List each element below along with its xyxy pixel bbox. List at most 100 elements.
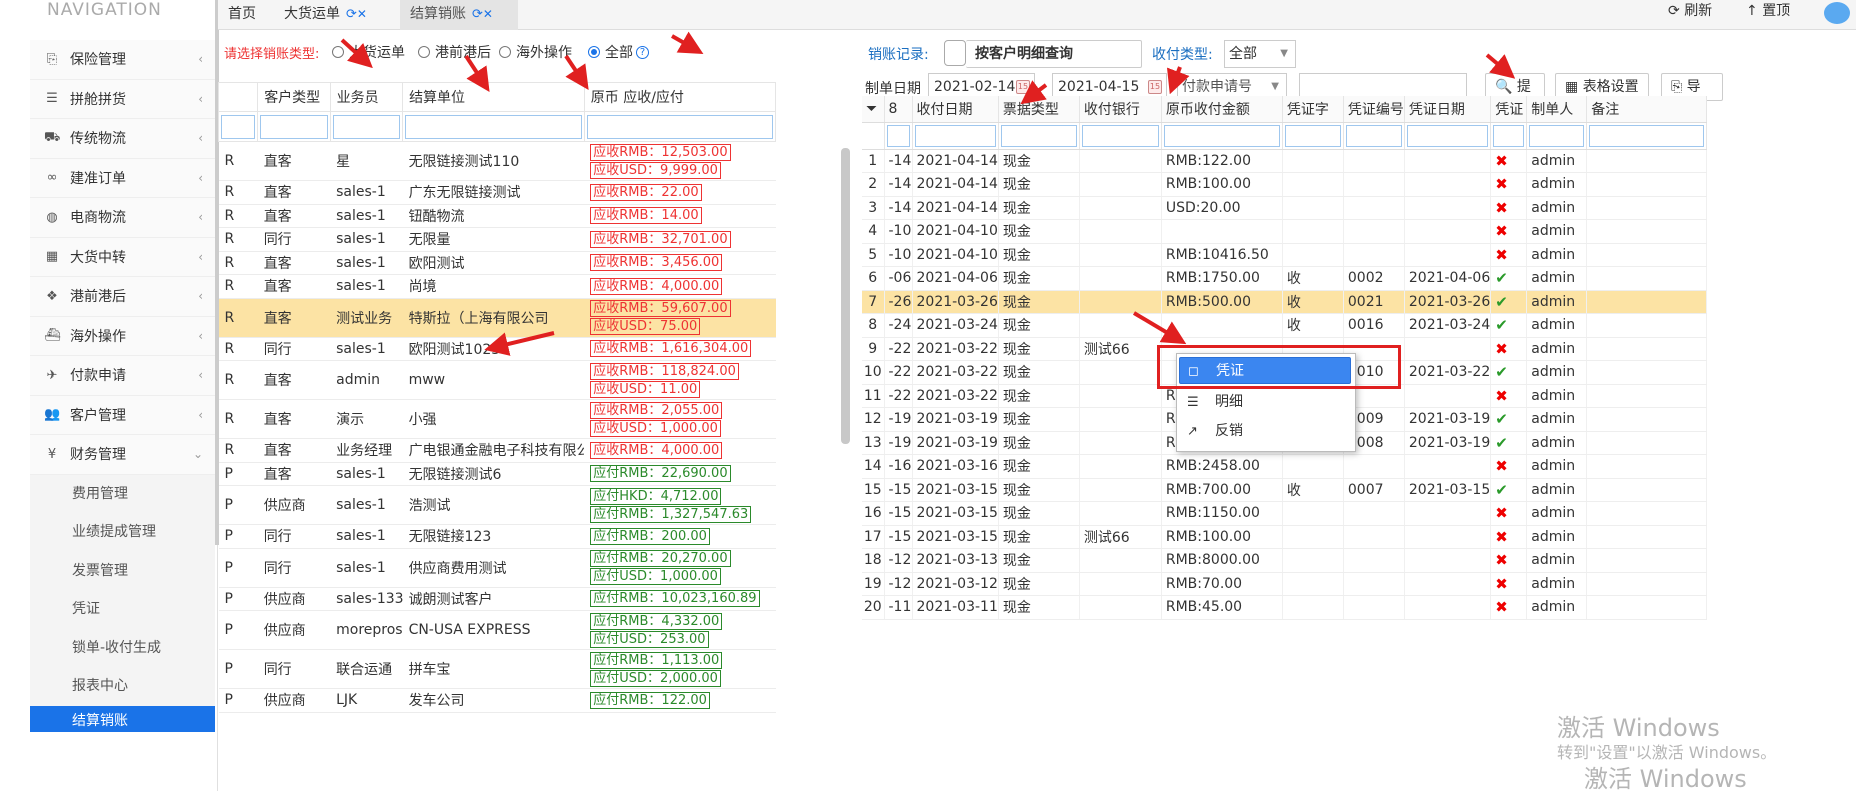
filter-input[interactable] (1163, 124, 1280, 147)
table-row[interactable]: 19 -12 2021-03-12 现金 RMB:70.00 ✖ admin (862, 572, 1708, 596)
pin-top-button[interactable]: ↑ 置顶 (1746, 0, 1790, 30)
filter-input[interactable] (914, 124, 996, 147)
col-orig-amount[interactable]: 原币收付金额 (1161, 96, 1283, 123)
ctx-detail[interactable]: ☰ 明细 (1179, 389, 1351, 416)
sidebar-item[interactable]: ❖ 港前港后 ‹ (30, 277, 215, 317)
submenu-item[interactable]: 锁单-收付生成 (30, 629, 215, 668)
table-row[interactable]: 18 -12 2021-03-13 现金 RMB:8000.00 ✖ admin (862, 548, 1708, 573)
refresh-icon[interactable]: ⟳ (472, 7, 483, 22)
col-bank[interactable]: 收付银行 (1079, 96, 1162, 123)
table-row[interactable]: 5 -10 2021-04-10 现金 RMB:10416.50 ✖ admin (862, 243, 1708, 267)
radio-cargo[interactable]: 大货运单 (332, 42, 405, 62)
table-row[interactable]: 2 -14 2021-04-14 现金 RMB:100.00 ✖ admin (862, 172, 1708, 197)
table-row[interactable]: R 同行 sales-1 欧阳测试1023 应收RMB：1,616,304.00 (218, 337, 776, 361)
refresh-icon[interactable]: ⟳ (346, 7, 357, 22)
table-row[interactable]: 15 -15 2021-03-15 现金 RMB:700.00 收 0007 2021-03-… (862, 478, 1708, 502)
tab-home[interactable]: 首页 (218, 0, 274, 30)
submenu-item[interactable]: 结算销账 (30, 705, 215, 732)
filter-input[interactable] (1529, 124, 1585, 147)
calendar-icon[interactable]: 15 (1016, 80, 1030, 94)
sidebar-item[interactable]: ∞ 建准订单 ‹ (30, 158, 215, 198)
col-voucher-no[interactable]: 凭证编号 (1343, 96, 1405, 123)
sidebar-item[interactable]: ⛟ 传统物流 ‹ (30, 119, 215, 159)
table-row[interactable]: R 直客星无限链接测试110 应收RMB：12,503.00 应收USD：9,999.… (218, 141, 776, 181)
submenu-item[interactable]: 凭证 (30, 590, 215, 629)
filter-input[interactable] (886, 124, 910, 147)
table-row[interactable]: P 同行 联合运通 拼车宝 应付RMB：1,113.00 应付USD：2,000.00 (218, 649, 776, 689)
table-row[interactable]: P 同行 sales-1 供应商费用测试 应付RMB：20,270.00 应付USD：1,… (218, 548, 776, 588)
col-pay-date[interactable]: 收付日期 (912, 96, 999, 123)
col-filter-toggle[interactable]: ⏷ (862, 96, 885, 123)
filter-input[interactable] (260, 114, 328, 139)
table-row[interactable]: 4 -10 2021-04-10 现金 ✖ admin (862, 219, 1708, 244)
pay-type-select[interactable]: 全部 ▼ (1224, 40, 1296, 68)
filter-input[interactable] (221, 114, 256, 139)
table-row[interactable]: P供应商sales-1333诚朗测试客户应付RMB：10,023,160.89 (218, 587, 776, 611)
table-row[interactable]: 8 -24 2021-03-24 现金收 0016 2021-03-24 ✔ admin (862, 313, 1708, 338)
submenu-item[interactable]: 发票管理 (30, 552, 215, 591)
table-row[interactable]: 16 -15 2021-03-15 现金 RMB:1150.00 ✖ admin (862, 501, 1708, 526)
table-row[interactable]: P 供应商 LJK 发车公司 应付RMB：122.00 (218, 688, 776, 713)
table-row[interactable]: R 直客 测试业务 特斯拉（上海有限公司 应收RMB：59,607.00 应收USD：75… (218, 298, 776, 338)
table-row[interactable]: R 直客 sales-1 欧阳测试 应收RMB：3,456.00 (218, 251, 776, 275)
table-row[interactable]: P 直客 sales-1 无限链接测试6 应付RMB：22,690.00 (218, 462, 776, 486)
col-settle-unit[interactable]: 结算单位 (402, 82, 585, 112)
table-row[interactable]: R 直客 sales-1 钮酷物流 应收RMB：14.00 (218, 204, 776, 228)
table-row[interactable]: R 同行 sales-1 无限量 应收RMB：32,701.00 (218, 227, 776, 252)
table-row[interactable]: R直客业务经理广电银通金融电子科技有限公司应收RMB：4,000.00 (218, 438, 776, 463)
col-customer-type[interactable]: 客户类型 (257, 82, 331, 112)
sidebar-item[interactable]: ▦ 大货中转 ‹ (30, 237, 215, 277)
table-row[interactable]: 1 -14 2021-04-14 现金 RMB:122.00 ✖ admin (862, 149, 1708, 173)
col-date-stub[interactable]: 8 (884, 96, 913, 123)
col-voucher-word[interactable]: 凭证字 (1282, 96, 1344, 123)
table-row[interactable]: P 同行 sales-1 无限链接123 应付RMB：200.00 (218, 524, 776, 549)
refresh-button[interactable]: ⟳ 刷新 (1668, 0, 1712, 30)
filter-input[interactable] (586, 114, 773, 139)
sidebar-item[interactable]: ◍ 电商物流 ‹ (30, 198, 215, 238)
filter-input[interactable] (1589, 124, 1705, 147)
table-row[interactable]: 17 -15 2021-03-15 现金 测试66 RMB:100.00 ✖ admin (862, 525, 1708, 549)
table-row[interactable]: R 直客 sales-1 尚境 应收RMB：4,000.00 (218, 274, 776, 299)
detail-toggle[interactable] (944, 40, 966, 66)
col-salesman[interactable]: 业务员 (329, 82, 404, 112)
table-row[interactable]: P供应商moreprosaCN-USA EXPRESS应付RMB：4,332.0… (218, 610, 776, 650)
table-row[interactable]: 7 -26 2021-03-26 现金 RMB:500.00 收 0021 2021-03-2… (862, 290, 1708, 314)
sidebar-item[interactable]: ⛴ 海外操作 ‹ (30, 316, 215, 356)
col-maker[interactable]: 制单人 (1526, 96, 1588, 123)
filter-input[interactable] (1284, 124, 1341, 147)
tab-cargo-waybill[interactable]: 大货运单 ⟳✕ (274, 0, 400, 30)
submenu-item[interactable]: 费用管理 (30, 475, 215, 514)
close-icon[interactable]: ✕ (483, 7, 493, 21)
sidebar-item[interactable]: ⎘ 保险管理 ‹ (30, 40, 215, 80)
radio-overseas[interactable]: 海外操作 (499, 42, 572, 62)
close-icon[interactable]: ✕ (357, 7, 367, 21)
filter-input[interactable] (1345, 124, 1402, 147)
radio-port[interactable]: 港前港后 (418, 42, 491, 62)
avatar-icon[interactable] (1824, 2, 1850, 24)
sidebar-item[interactable]: ☰ 拼舱拼货 ‹ (30, 79, 215, 119)
sidebar-item[interactable]: ✈ 付款申请 ‹ (30, 356, 215, 396)
table-row[interactable]: 14 -16 2021-03-16 现金 RMB:2458.00 ✖ admin (862, 454, 1708, 479)
col-bill-type[interactable]: 票据类型 (998, 96, 1080, 123)
submenu-item[interactable]: 报表中心 (30, 667, 215, 706)
table-row[interactable]: R 直客 admin mww 应收RMB：118,824.00 应收USD：11.00 (218, 360, 776, 400)
filter-input[interactable] (405, 114, 582, 139)
col-voucher-date[interactable]: 凭证日期 (1404, 96, 1492, 123)
tab-settlement[interactable]: 结算销账 ⟳✕ (400, 0, 518, 30)
table-row[interactable]: R 直客 演示 小强 应收RMB：2,055.00 应收USD：1,000.00 (218, 399, 776, 439)
filter-input[interactable] (1000, 124, 1077, 147)
submenu-item[interactable]: 业绩提成管理 (30, 513, 215, 552)
table-row[interactable]: 6 -06 2021-04-06 现金 RMB:1750.00 收 0002 2021-04-… (862, 266, 1708, 291)
table-row[interactable]: P 供应商 sales-1 浩测试 应付HKD：4,712.00 应付RMB：1,327,… (218, 485, 776, 525)
filter-input[interactable] (1081, 124, 1159, 147)
table-row[interactable]: 3 -14 2021-04-14 现金 USD:20.00 ✖ admin (862, 196, 1708, 220)
col-amount[interactable]: 原币 应收/应付 (583, 82, 777, 112)
filter-input[interactable] (1493, 124, 1525, 147)
sidebar-item[interactable]: ¥ 财务管理 ⌄ (30, 435, 215, 475)
query-by-customer-button[interactable]: 按客户明细查询 (966, 40, 1142, 68)
help-icon[interactable]: ? (636, 45, 649, 59)
filter-input[interactable] (1406, 124, 1489, 147)
radio-all[interactable]: 全部? (588, 42, 649, 62)
sidebar-item[interactable]: 👥 客户管理 ‹ (30, 395, 215, 435)
table-row[interactable]: R 直客 sales-1 广东无限链接测试 应收RMB：22.00 (218, 180, 776, 205)
